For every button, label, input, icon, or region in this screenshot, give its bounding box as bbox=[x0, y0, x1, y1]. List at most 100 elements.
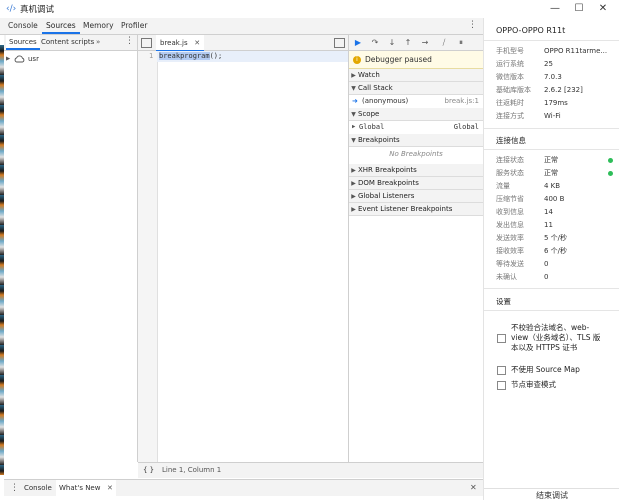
maximize-icon[interactable]: ☐ bbox=[572, 2, 586, 16]
call-frame-location[interactable]: break.js:1 bbox=[445, 95, 479, 107]
section-label: XHR Breakpoints bbox=[358, 166, 417, 174]
label-line: 本以及 HTTPS 证书 bbox=[511, 343, 578, 352]
section-dom-breakpoints[interactable]: ▶ DOM Breakpoints bbox=[349, 177, 483, 190]
more-options-icon[interactable]: ⋮ bbox=[468, 20, 477, 30]
no-source-map-label: 不使用 Source Map bbox=[511, 365, 580, 374]
call-frame-row[interactable]: ➜ (anonymous) break.js:1 bbox=[349, 95, 483, 107]
connection-row: 未确认 0 bbox=[496, 271, 616, 284]
deactivate-breakpoints-icon[interactable]: ⧸ bbox=[438, 37, 450, 48]
window-title: 真机调试 bbox=[20, 5, 55, 15]
cursor-position: Line 1, Column 1 bbox=[162, 466, 222, 474]
toggle-debugger-icon[interactable] bbox=[334, 38, 345, 48]
close-tab-icon[interactable]: ✕ bbox=[194, 39, 200, 47]
section-global-listeners[interactable]: ▶ Global Listeners bbox=[349, 190, 483, 203]
close-drawer-icon[interactable]: ✕ bbox=[470, 483, 477, 492]
connection-value: 5 个/秒 bbox=[544, 234, 568, 242]
section-breakpoints[interactable]: ▼ Breakpoints bbox=[349, 134, 483, 147]
collapsed-arrow-icon: ▶ bbox=[351, 206, 356, 213]
line-number: 1 bbox=[149, 52, 154, 60]
connection-value: 4 KB bbox=[544, 182, 561, 190]
current-frame-icon: ➜ bbox=[352, 97, 358, 105]
step-out-icon[interactable]: ↑ bbox=[402, 37, 414, 48]
section-xhr-breakpoints[interactable]: ▶ XHR Breakpoints bbox=[349, 164, 483, 177]
section-call-stack[interactable]: ▼ Call Stack bbox=[349, 82, 483, 95]
connection-row: 收到信息 14 bbox=[496, 206, 616, 219]
tab-console[interactable]: Console bbox=[4, 18, 42, 34]
connection-row: 发出信息 11 bbox=[496, 219, 616, 232]
connection-key: 压缩节省 bbox=[496, 195, 524, 203]
tab-content-scripts[interactable]: Content scripts bbox=[38, 35, 97, 50]
scope-row[interactable]: ▶ Global Global bbox=[349, 121, 483, 133]
connection-key: 未确认 bbox=[496, 273, 517, 281]
status-ok-icon bbox=[608, 158, 613, 163]
code-line[interactable]: breakprogram(); bbox=[157, 51, 348, 62]
title-bar: ‹/› 真机调试 — ☐ ✕ bbox=[0, 0, 619, 18]
info-value: 25 bbox=[544, 60, 553, 68]
resume-icon[interactable]: ▶ bbox=[352, 37, 364, 48]
connection-key: 连接状态 bbox=[496, 156, 524, 164]
navigator-menu-icon[interactable]: ⋮ bbox=[125, 36, 134, 46]
scope-value: Global bbox=[453, 123, 479, 131]
connection-key: 发出信息 bbox=[496, 221, 524, 229]
expand-arrow-icon: ▶ bbox=[352, 124, 356, 130]
paused-text: Debugger paused bbox=[365, 55, 432, 64]
connection-row: 接收效率 6 个/秒 bbox=[496, 245, 616, 258]
pretty-print-icon[interactable]: { } bbox=[143, 466, 154, 474]
app-logo-icon: ‹/› bbox=[6, 4, 17, 14]
node-inspect-checkbox[interactable] bbox=[497, 381, 506, 390]
no-breakpoints-text: No Breakpoints bbox=[389, 150, 443, 158]
label-line: view（业务域名）、TLS 版 bbox=[511, 333, 601, 342]
tab-navigator-sources[interactable]: Sources bbox=[6, 35, 40, 50]
tab-sources[interactable]: Sources bbox=[42, 18, 80, 34]
toggle-navigator-icon[interactable] bbox=[141, 38, 152, 48]
scope-name: Global bbox=[359, 123, 385, 131]
drawer-tab-label: What's New bbox=[59, 484, 101, 492]
minimize-icon[interactable]: — bbox=[548, 2, 562, 16]
pause-on-exceptions-icon[interactable]: ⏸ bbox=[455, 37, 467, 48]
section-label: Event Listener Breakpoints bbox=[358, 205, 453, 213]
info-row: 往返耗时 179ms bbox=[496, 97, 616, 110]
section-event-listener-breakpoints[interactable]: ▶ Event Listener Breakpoints bbox=[349, 203, 483, 216]
info-value: Wi-Fi bbox=[544, 112, 561, 120]
editor-tab-bar: break.js ✕ bbox=[138, 35, 348, 52]
skip-domain-check-checkbox[interactable] bbox=[497, 334, 506, 343]
section-watch[interactable]: ▶ Watch bbox=[349, 69, 483, 82]
connection-key: 流量 bbox=[496, 182, 510, 190]
no-source-map-checkbox[interactable] bbox=[497, 366, 506, 375]
section-label: Breakpoints bbox=[358, 136, 400, 144]
step-over-icon[interactable]: ↷ bbox=[369, 37, 381, 48]
connection-value: 正常 bbox=[544, 169, 558, 177]
close-icon[interactable]: ✕ bbox=[596, 2, 610, 16]
info-icon: i bbox=[353, 55, 361, 64]
step-into-icon[interactable]: ↓ bbox=[386, 37, 398, 48]
info-row: 基础库版本 2.6.2 [232] bbox=[496, 84, 616, 97]
connection-key: 服务状态 bbox=[496, 169, 524, 177]
device-info-panel: OPPO-OPPO R11t 手机型号 OPPO R11tarme... 运行系统… bbox=[483, 18, 619, 500]
divider bbox=[484, 128, 619, 129]
info-row: 微信版本 7.0.3 bbox=[496, 71, 616, 84]
file-tab[interactable]: break.js ✕ bbox=[156, 35, 205, 52]
info-key: 往返耗时 bbox=[496, 99, 524, 107]
code-rest: (); bbox=[209, 52, 223, 60]
drawer-tab-console[interactable]: Console bbox=[24, 484, 52, 492]
connection-value: 400 B bbox=[544, 195, 565, 203]
info-value: OPPO R11tarme... bbox=[544, 47, 608, 55]
device-name: OPPO-OPPO R11t bbox=[496, 26, 566, 35]
drawer-menu-icon[interactable]: ⋮ bbox=[10, 483, 19, 493]
connection-key: 等待发送 bbox=[496, 260, 524, 268]
section-label: DOM Breakpoints bbox=[358, 179, 419, 187]
expand-arrow-icon[interactable]: ▶ bbox=[6, 56, 14, 62]
tree-item-usr[interactable]: ▶ usr bbox=[6, 54, 39, 64]
tab-profiler[interactable]: Profiler bbox=[117, 18, 151, 34]
tab-memory[interactable]: Memory bbox=[79, 18, 118, 34]
drawer-tab-whats-new[interactable]: What's New ✕ bbox=[56, 480, 116, 496]
section-label: Watch bbox=[358, 71, 380, 79]
section-label: Global Listeners bbox=[358, 192, 415, 200]
more-tabs-icon[interactable]: » bbox=[93, 35, 103, 50]
section-scope[interactable]: ▼ Scope bbox=[349, 108, 483, 121]
close-tab-icon[interactable]: ✕ bbox=[107, 484, 113, 492]
step-icon[interactable]: → bbox=[419, 37, 431, 48]
connection-value: 6 个/秒 bbox=[544, 247, 568, 255]
info-row: 手机型号 OPPO R11tarme... bbox=[496, 45, 616, 58]
settings-header: 设置 bbox=[496, 297, 511, 306]
